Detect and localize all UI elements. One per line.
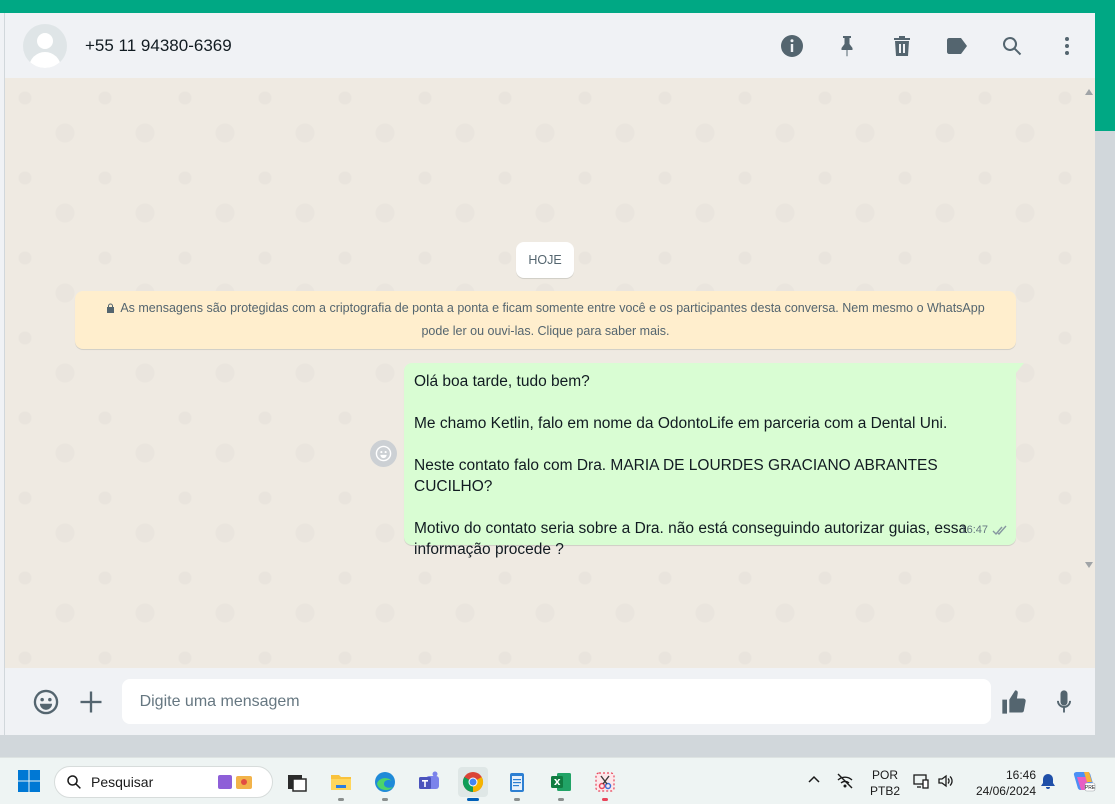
encryption-notice[interactable]: As mensagens são protegidas com a cripto… [75, 291, 1016, 349]
message-time: 16:47 [960, 524, 988, 536]
volume-icon[interactable] [936, 772, 954, 790]
svg-text:PRE: PRE [1085, 785, 1096, 791]
keyboard-layout: PTB2 [869, 784, 900, 798]
taskbar-notepad-icon[interactable] [502, 767, 532, 801]
taskbar-task-view-icon[interactable] [282, 767, 312, 797]
message-composer [5, 668, 1095, 735]
emoji-icon[interactable] [31, 687, 61, 717]
input-language-indicator[interactable]: POR PTB2 [868, 767, 902, 799]
plus-icon[interactable] [76, 687, 106, 717]
double-check-icon [992, 525, 1007, 536]
taskbar-file-explorer-icon[interactable] [326, 767, 356, 801]
chat-header: +55 11 94380-6369 [5, 13, 1095, 78]
chat-messages-area[interactable]: HOJE As mensagens são protegidas com a c… [5, 78, 1095, 668]
taskbar-search-label: Pesquisar [91, 774, 154, 790]
header-actions [749, 34, 1079, 58]
encryption-notice-text: As mensagens são protegidas com a cripto… [120, 301, 985, 338]
windows-start-icon[interactable] [14, 766, 44, 796]
lock-icon [106, 298, 115, 313]
outgoing-message[interactable]: Olá boa tarde, tudo bem? Me chamo Ketlin… [404, 363, 1024, 558]
clock-time: 16:46 [1005, 768, 1036, 782]
mic-icon[interactable] [1049, 687, 1079, 717]
date-chip: HOJE [516, 242, 574, 278]
notification-bell-icon[interactable] [1040, 772, 1056, 790]
display-icon[interactable] [912, 772, 930, 790]
taskbar-edge-icon[interactable] [370, 767, 400, 801]
taskbar-teams-icon[interactable] [414, 767, 444, 797]
whatsapp-chat-window: +55 11 94380-6369 HOJE As mensagens são … [5, 13, 1095, 735]
scroll-down-arrow[interactable] [1085, 555, 1093, 568]
message-line: Motivo do contato seria sobre a Dra. não… [414, 520, 968, 558]
taskbar-search[interactable]: Pesquisar [54, 766, 273, 798]
window-right-accent [1095, 13, 1115, 131]
taskbar-excel-icon[interactable] [546, 767, 576, 801]
tray-chevron-up-icon[interactable] [806, 772, 822, 788]
taskbar-clock[interactable]: 16:46 24/06/2024 [966, 767, 1036, 799]
label-icon[interactable] [945, 34, 969, 58]
emoji-reaction-icon[interactable] [370, 440, 397, 467]
copilot-icon[interactable]: PRE [1072, 769, 1096, 793]
pin-icon[interactable] [835, 34, 859, 58]
window-top-accent [0, 0, 1115, 13]
message-line: Me chamo Ketlin, falo em nome da OdontoL… [414, 415, 948, 432]
message-line: Olá boa tarde, tudo bem? [414, 373, 590, 390]
thumbs-up-icon[interactable] [999, 687, 1029, 717]
info-icon[interactable] [780, 34, 804, 58]
taskbar-snipping-tool-icon[interactable] [590, 767, 620, 801]
windows-taskbar: Pesquisar POR PTB2 16:46 24/06/2024 PRE [0, 757, 1115, 804]
trash-icon[interactable] [890, 34, 914, 58]
search-icon [67, 775, 81, 789]
scroll-up-arrow[interactable] [1085, 82, 1093, 95]
message-input[interactable] [121, 679, 992, 724]
clock-date: 24/06/2024 [975, 784, 1036, 798]
message-line: Neste contato falo com Dra. MARIA DE LOU… [414, 457, 938, 495]
message-meta: 16:47 [960, 520, 1008, 541]
contact-name[interactable]: +55 11 94380-6369 [85, 36, 749, 56]
menu-dots-icon[interactable] [1055, 34, 1079, 58]
contact-avatar[interactable] [23, 23, 67, 68]
search-icon[interactable] [1000, 34, 1024, 58]
search-highlight-icon [218, 775, 252, 789]
network-offline-icon[interactable] [836, 772, 854, 790]
language-code: POR [871, 768, 898, 782]
taskbar-chrome-icon[interactable] [458, 767, 488, 801]
